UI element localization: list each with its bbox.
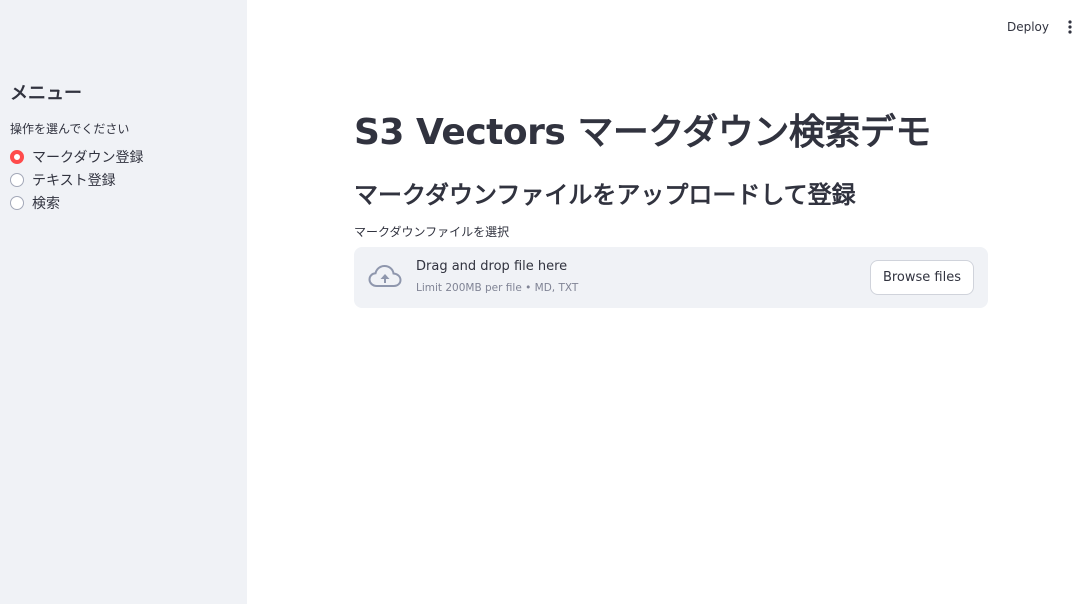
deploy-button[interactable]: Deploy [999,16,1057,38]
dropzone-instructions: Drag and drop file here [416,259,568,274]
file-dropzone[interactable]: Drag and drop file here Limit 200MB per … [354,247,988,308]
radio-group-label: 操作を選んでください [10,122,130,136]
dropzone-limit-hint: Limit 200MB per file • MD, TXT [416,282,579,294]
sidebar: メニュー 操作を選んでください マークダウン登録 テキスト登録 検索 [0,0,247,604]
vertical-ellipsis-icon[interactable] [1063,16,1077,38]
top-toolbar: Deploy [999,16,1077,38]
radio-option-label: マークダウン登録 [32,149,144,166]
radio-option-label: 検索 [32,195,60,212]
section-subtitle: マークダウンファイルをアップロードして登録 [354,181,856,209]
page-title: S3 Vectors マークダウン検索デモ [354,112,931,153]
radio-option-search[interactable]: 検索 [10,191,143,214]
cloud-upload-icon [368,264,402,290]
operation-radio-group: マークダウン登録 テキスト登録 検索 [10,145,143,214]
file-uploader-label: マークダウンファイルを選択 [354,225,510,239]
sidebar-title: メニュー [10,83,82,104]
radio-option-label: テキスト登録 [32,172,116,189]
radio-option-markdown-register[interactable]: マークダウン登録 [10,145,143,168]
radio-button-selected[interactable] [10,149,24,164]
radio-button[interactable] [10,172,24,187]
radio-option-text-register[interactable]: テキスト登録 [10,168,143,191]
browse-files-button[interactable]: Browse files [869,260,974,295]
radio-button[interactable] [10,195,24,210]
